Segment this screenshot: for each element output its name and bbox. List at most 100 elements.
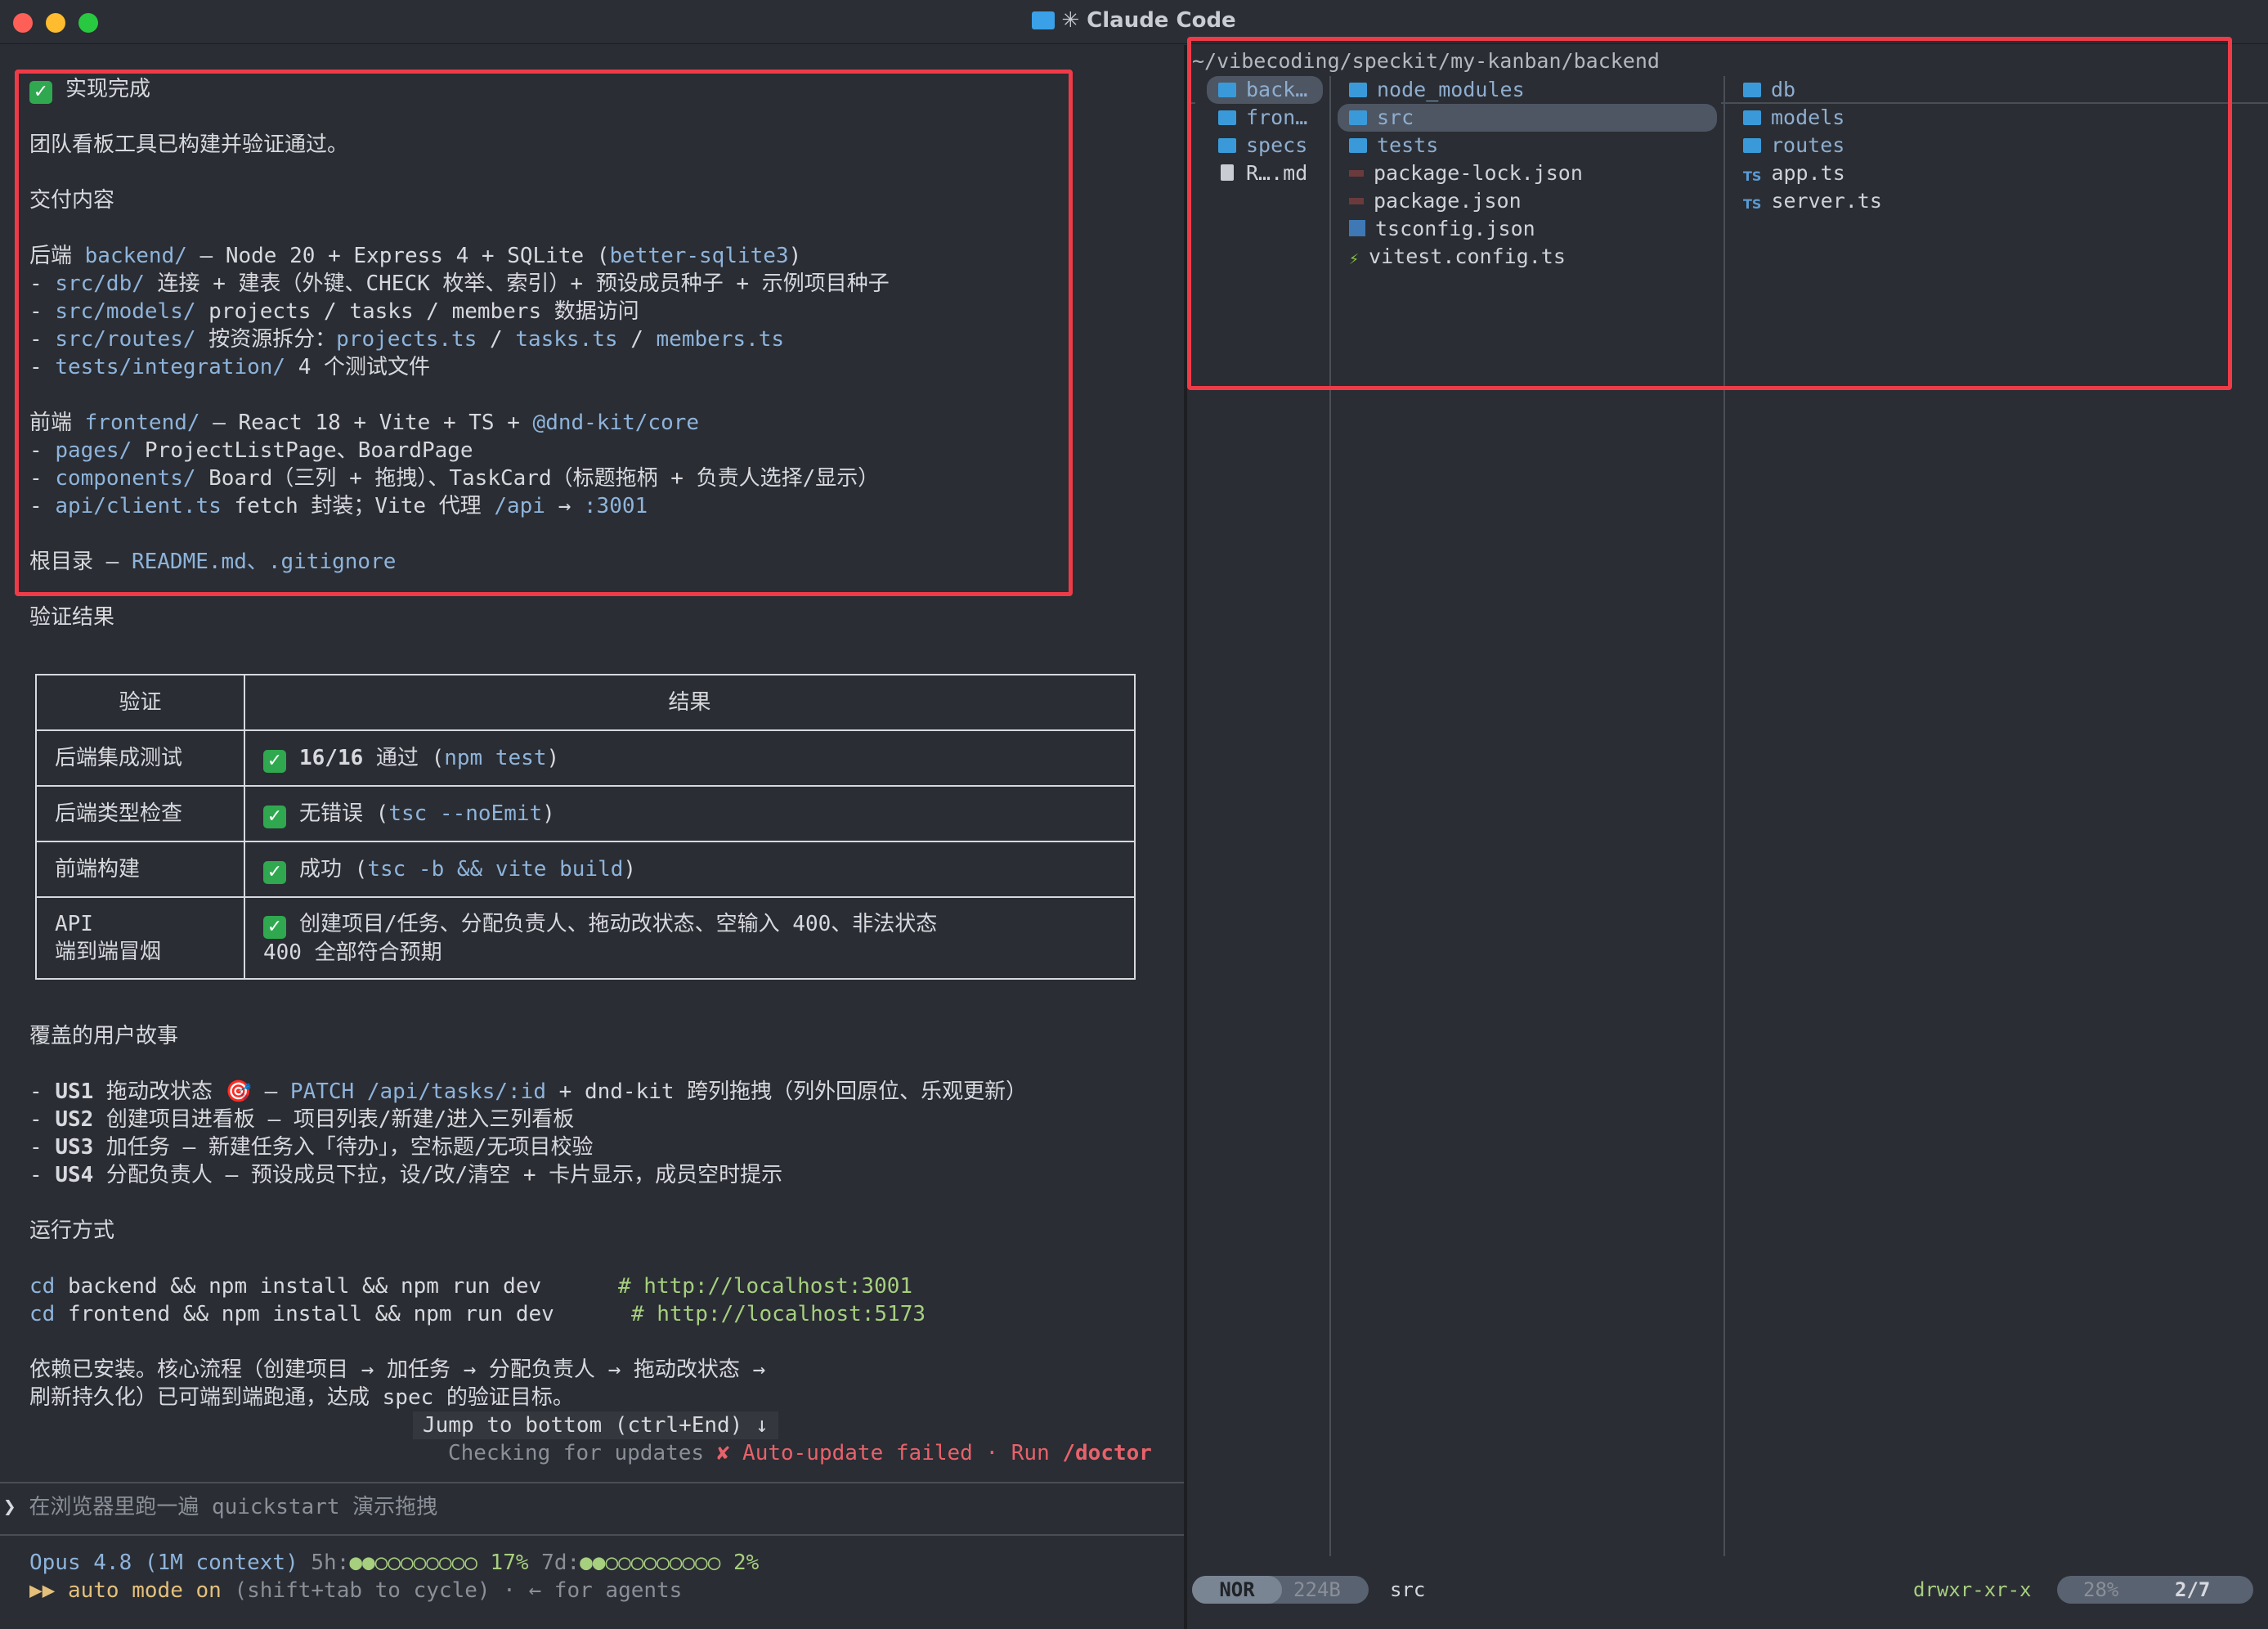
tsconfig-icon	[1349, 220, 1365, 236]
column-divider	[1329, 76, 1331, 1556]
file-entry-frontend[interactable]: fron…	[1207, 104, 1307, 132]
prompt-input[interactable]: ❯ 在浏览器里跑一遍 quickstart 演示拖拽	[3, 1493, 437, 1521]
check-icon: ✓	[263, 749, 286, 773]
backend-line: 后端 backend/ — Node 20 + Express 4 + SQLi…	[29, 244, 802, 268]
file-entry-tsconfig[interactable]: tsconfig.json	[1338, 215, 1535, 243]
root-line: 根目录 — README.md、.gitignore	[29, 550, 397, 574]
current-path: ~/vibecoding/speckit/my-kanban/backend	[1192, 49, 1660, 73]
verification-title: 验证结果	[29, 605, 115, 630]
backend-item: - src/routes/ 按资源拆分：projects.ts / tasks.…	[29, 327, 785, 352]
mode-line: ▶▶ auto mode on (shift+tab to cycle) · ←…	[29, 1578, 683, 1603]
table-row: 后端集成测试 ✓ 16/16 通过 (npm test)	[35, 729, 1136, 787]
table-header-row: 验证 结果	[35, 674, 1136, 731]
table-cell: API 端到端冒烟	[35, 896, 245, 980]
typescript-icon: TS	[1743, 168, 1762, 184]
table-cell: 前端构建	[35, 841, 245, 898]
vite-icon: ⚡	[1349, 249, 1360, 268]
folder-open-icon	[1349, 110, 1367, 125]
check-icon: ✓	[263, 915, 286, 939]
table-cell: ✓ 成功 (tsc -b && vite build)	[244, 841, 1136, 898]
file-entry-models[interactable]: models	[1732, 104, 1844, 132]
frontend-item: - pages/ ProjectListPage、BoardPage	[29, 438, 473, 463]
status-current: src	[1390, 1578, 1426, 1601]
file-entry-app-ts[interactable]: TS app.ts	[1732, 159, 1845, 187]
prompt-separator	[0, 1482, 1184, 1483]
check-icon: ✓	[263, 860, 286, 884]
story-item: - US3 加任务 — 新建任务入「待办」，空标题/无项目校验	[29, 1135, 594, 1160]
folder-open-icon	[1218, 83, 1236, 97]
window-title: ✳ Claude Code	[0, 8, 2268, 33]
column-header: 验证	[35, 674, 245, 731]
summary-heading: ✓ 实现完成	[29, 75, 150, 104]
status-size: 224B	[1293, 1578, 1341, 1601]
file-entry-tests[interactable]: tests	[1338, 132, 1438, 159]
file-entry-vitest-config[interactable]: ⚡ vitest.config.ts	[1338, 243, 1566, 271]
folder-icon	[1743, 83, 1761, 97]
table-cell: 后端集成测试	[35, 729, 245, 787]
npm-icon	[1349, 198, 1364, 204]
jump-to-bottom-button[interactable]: Jump to bottom (ctrl+End) ↓	[413, 1411, 778, 1439]
run-comment: # http://localhost:5173	[631, 1302, 926, 1326]
status-position: 2/7	[2175, 1578, 2211, 1601]
table-cell: ✓ 无错误 (tsc --noEmit)	[244, 785, 1136, 842]
story-item: - US2 创建项目进看板 — 项目列表/新建/进入三列看板	[29, 1107, 575, 1132]
claude-code-pane[interactable]: ✓ 实现完成 团队看板工具已构建并验证通过。 交付内容 后端 backend/ —…	[0, 45, 1184, 1629]
verification-table: 验证 结果 后端集成测试 ✓ 16/16 通过 (npm test) 后端类型检查…	[35, 674, 1136, 980]
file-entry-routes[interactable]: routes	[1732, 132, 1844, 159]
status-percent: 28%	[2083, 1578, 2119, 1601]
stories-title: 覆盖的用户故事	[29, 1024, 179, 1048]
backend-item: - src/models/ projects / tasks / members…	[29, 299, 639, 324]
folder-icon	[1218, 138, 1236, 153]
file-entry-db[interactable]: db	[1732, 76, 1795, 104]
check-icon: ✓	[29, 81, 52, 104]
file-entry-server-ts[interactable]: TS server.ts	[1732, 187, 1882, 215]
folder-icon	[1743, 138, 1761, 153]
column-divider	[1723, 76, 1725, 1556]
folder-icon	[1218, 110, 1236, 125]
status-permissions: drwxr-xr-x	[1913, 1578, 2032, 1601]
run-title: 运行方式	[29, 1218, 115, 1243]
file-entry-package-lock[interactable]: package-lock.json	[1338, 159, 1583, 187]
file-icon	[1221, 164, 1234, 181]
typescript-icon: TS	[1743, 196, 1762, 212]
file-entry-node-modules[interactable]: node_modules	[1338, 76, 1525, 104]
npm-icon	[1349, 170, 1364, 177]
frontend-item: - components/ Board（三列 + 拖拽）、TaskCard（标题…	[29, 466, 880, 491]
prompt-separator	[0, 1534, 1184, 1536]
file-entry-specs[interactable]: specs	[1207, 132, 1307, 159]
folder-icon	[1032, 11, 1056, 29]
backend-item: - tests/integration/ 4 个测试文件	[29, 355, 431, 379]
closing-text: 刷新持久化）已可端到端跑通，达成 spec 的验证目标。	[29, 1385, 574, 1410]
column-header: 结果	[244, 674, 1136, 731]
check-icon: ✓	[263, 805, 286, 828]
file-entry-backend[interactable]: back…	[1207, 76, 1323, 104]
summary-intro: 团队看板工具已构建并验证通过。	[29, 132, 349, 157]
story-item: - US4 分配负责人 — 预设成员下拉，设/改/清空 + 卡片显示，成员空时提…	[29, 1163, 783, 1187]
table-cell: 后端类型检查	[35, 785, 245, 842]
run-command[interactable]: cd frontend && npm install && npm run de…	[29, 1300, 554, 1328]
table-row: 前端构建 ✓ 成功 (tsc -b && vite build)	[35, 841, 1136, 898]
run-comment: # http://localhost:3001	[618, 1274, 913, 1299]
table-row: API 端到端冒烟 ✓ 创建项目/任务、分配负责人、拖动改状态、空输入 400、非法…	[35, 896, 1136, 980]
update-status: Checking for updates ✘ Auto-update faile…	[448, 1441, 1152, 1465]
table-cell: ✓ 创建项目/任务、分配负责人、拖动改状态、空输入 400、非法状态 400 全部符…	[244, 896, 1136, 980]
separator	[1187, 102, 1195, 104]
frontend-item: - api/client.ts fetch 封装；Vite 代理 /api → …	[29, 494, 648, 518]
table-cell: ✓ 16/16 通过 (npm test)	[244, 729, 1136, 787]
closing-text: 依赖已安装。核心流程（创建项目 → 加任务 → 分配负责人 → 拖动改状态 →	[29, 1358, 766, 1382]
folder-icon	[1743, 110, 1761, 125]
status-mode: NOR	[1192, 1576, 1282, 1604]
file-manager-pane[interactable]: ~/vibecoding/speckit/my-kanban/backend b…	[1187, 37, 2268, 1629]
story-item: - US1 拖动改状态 🎯 — PATCH /api/tasks/:id + d…	[29, 1079, 1028, 1104]
file-entry-readme[interactable]: R….md	[1207, 159, 1307, 187]
file-entry-package-json[interactable]: package.json	[1338, 187, 1522, 215]
title-bar: ✳ Claude Code	[0, 0, 2268, 44]
file-entry-src[interactable]: src	[1338, 104, 1717, 132]
folder-icon	[1349, 138, 1367, 153]
terminal-window: ✳ Claude Code ✓ 实现完成 团队看板工具已构建并验证通过。 交付内容…	[0, 0, 2268, 1629]
frontend-line: 前端 frontend/ — React 18 + Vite + TS + @d…	[29, 411, 700, 435]
status-line: Opus 4.8 (1M context) 5h:●●○○○○○○○○ 17% …	[29, 1550, 760, 1575]
table-row: 后端类型检查 ✓ 无错误 (tsc --noEmit)	[35, 785, 1136, 842]
run-command[interactable]: cd backend && npm install && npm run dev	[29, 1272, 541, 1300]
deliverables-title: 交付内容	[29, 188, 115, 213]
